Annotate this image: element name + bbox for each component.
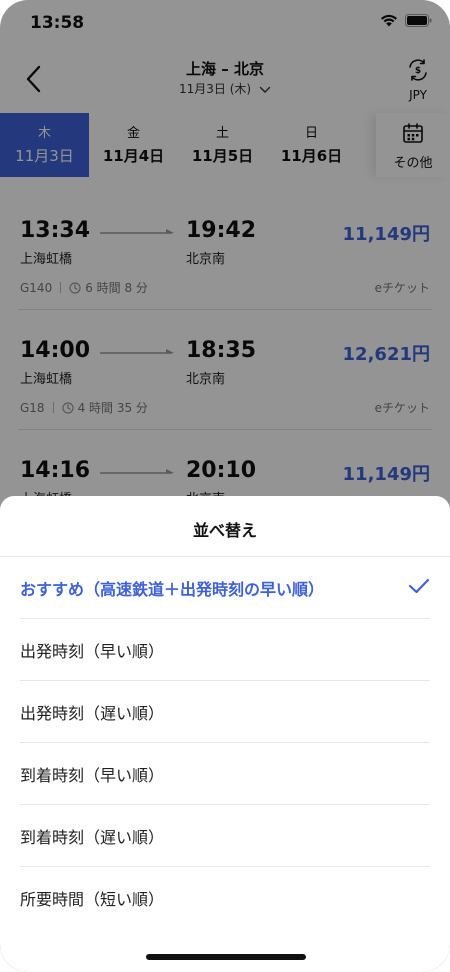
sheet-title: 並べ替え bbox=[192, 521, 257, 540]
option-label: 出発時刻（早い順） bbox=[20, 641, 165, 661]
option-label: 出発時刻（遅い順） bbox=[20, 703, 165, 723]
check-icon bbox=[408, 578, 430, 594]
sort-sheet: 並べ替え おすすめ（高速鉄道＋出発時刻の早い順） 出発時刻（早い順） 出発時刻（… bbox=[0, 496, 450, 972]
sort-option-departure-early[interactable]: 出発時刻（早い順） bbox=[20, 619, 430, 681]
sort-option-duration-short[interactable]: 所要時間（短い順） bbox=[20, 867, 430, 929]
sort-option-arrival-late[interactable]: 到着時刻（遅い順） bbox=[20, 805, 430, 867]
sort-option-arrival-early[interactable]: 到着時刻（早い順） bbox=[20, 743, 430, 805]
home-indicator bbox=[146, 954, 306, 960]
option-label: 到着時刻（早い順） bbox=[20, 765, 165, 785]
phone-screen: 13:58 上海 – 北京 11月3日 (木) $ JPY 木 11月3日 金 … bbox=[0, 0, 450, 972]
option-label: 到着時刻（遅い順） bbox=[20, 827, 165, 847]
option-label: おすすめ（高速鉄道＋出発時刻の早い順） bbox=[20, 579, 325, 599]
sort-option-departure-late[interactable]: 出発時刻（遅い順） bbox=[20, 681, 430, 743]
option-label: 所要時間（短い順） bbox=[20, 890, 165, 909]
sort-option-recommended[interactable]: おすすめ（高速鉄道＋出発時刻の早い順） bbox=[20, 557, 430, 619]
